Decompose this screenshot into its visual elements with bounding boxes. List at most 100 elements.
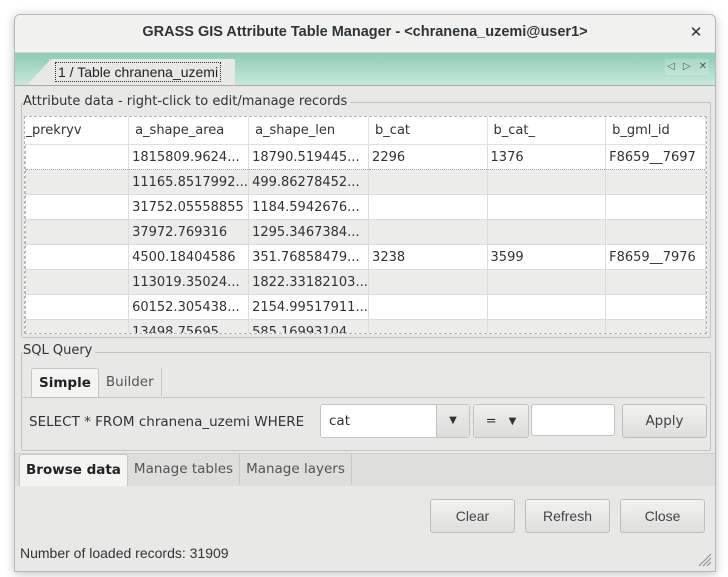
table-cell[interactable] <box>487 194 607 220</box>
table-row[interactable]: 37972.769316 1295.3467384... <box>25 219 706 245</box>
table-cell[interactable] <box>368 319 488 333</box>
table-cell[interactable]: 1376 <box>487 144 607 170</box>
table-cell[interactable] <box>25 319 130 333</box>
chevron-down-icon: ▼ <box>508 415 517 427</box>
next-tab-icon[interactable]: ▷ <box>683 59 691 75</box>
column-header[interactable]: _prekryv <box>25 117 130 145</box>
close-button[interactable]: Close <box>620 499 705 533</box>
table-cell[interactable]: 585.16993104... <box>248 319 370 333</box>
table-cell[interactable]: F8659__7697 <box>605 144 706 170</box>
table-cell[interactable]: 37972.769316 <box>128 219 250 245</box>
table-row[interactable]: 113019.35024... 1822.33182103... <box>25 269 706 295</box>
tab-slant-decoration <box>27 59 51 85</box>
table-cell[interactable] <box>487 269 607 295</box>
tab-manage-layers[interactable]: Manage layers <box>240 454 352 485</box>
table-cell[interactable] <box>368 194 488 220</box>
table-row[interactable]: 11165.8517992... 499.86278452... <box>25 169 706 195</box>
operator-select[interactable]: = ▼ <box>473 404 529 438</box>
table-cell[interactable]: 13498.75695 <box>128 319 250 333</box>
table-cell[interactable] <box>368 269 488 295</box>
window-title: GRASS GIS Attribute Table Manager - <chr… <box>142 24 588 40</box>
table-cell[interactable] <box>605 194 706 220</box>
table-cell[interactable] <box>605 319 706 333</box>
tab-simple[interactable]: Simple <box>31 368 99 397</box>
column-header[interactable]: a_shape_len <box>248 117 370 145</box>
table-cell[interactable] <box>25 194 130 220</box>
status-bar-text: Number of loaded records: 31909 <box>20 545 229 561</box>
table-cell[interactable]: 1184.5942676... <box>248 194 370 220</box>
table-cell[interactable] <box>368 294 488 320</box>
table-notebook-strip: 1 / Table chranena_uzemi ◁ ▷ ✕ <box>15 53 715 86</box>
table-cell[interactable]: 1815809.9624... <box>128 144 250 170</box>
table-cell[interactable]: 3599 <box>487 244 607 270</box>
table-cell[interactable]: 31752.05558855 <box>128 194 250 220</box>
table-cell[interactable] <box>605 169 706 195</box>
clear-button[interactable]: Clear <box>430 499 515 533</box>
sql-mode-tabs: Simple Builder <box>31 368 162 398</box>
close-icon[interactable]: ✕ <box>687 23 705 41</box>
column-header[interactable]: a_shape_area <box>128 117 250 145</box>
table-row[interactable]: 1815809.9624... 18790.519445... 2296 1376 F8… <box>25 144 706 170</box>
table-cell[interactable] <box>487 319 607 333</box>
prev-tab-icon[interactable]: ◁ <box>667 59 675 75</box>
table-cell[interactable]: 351.76858479... <box>248 244 370 270</box>
column-header[interactable]: b_gml_id <box>605 117 706 145</box>
attribute-table-manager-window: GRASS GIS Attribute Table Manager - <chr… <box>14 14 716 572</box>
table-cell[interactable] <box>605 269 706 295</box>
column-select[interactable]: cat ▼ <box>320 404 470 438</box>
table-cell[interactable] <box>25 219 130 245</box>
where-value-input[interactable] <box>531 404 615 436</box>
sql-prefix-label: SELECT * FROM chranena_uzemi WHERE <box>29 414 305 430</box>
title-bar: GRASS GIS Attribute Table Manager - <chr… <box>15 15 715 53</box>
attribute-data-label: Attribute data - right-click to edit/man… <box>23 94 351 109</box>
table-cell[interactable] <box>605 219 706 245</box>
tab-browse-data[interactable]: Browse data <box>19 454 128 486</box>
table-cell[interactable]: 499.86278452... <box>248 169 370 195</box>
table-cell[interactable] <box>487 169 607 195</box>
attribute-table[interactable]: _prekryv a_shape_area a_shape_len b_cat b_ca… <box>24 116 707 334</box>
table-cell[interactable] <box>368 169 488 195</box>
column-header[interactable]: b_cat <box>368 117 488 145</box>
notebook-controls: ◁ ▷ ✕ <box>665 59 709 75</box>
table-cell[interactable] <box>368 219 488 245</box>
table-cell[interactable] <box>605 294 706 320</box>
chevron-down-icon[interactable]: ▼ <box>436 405 469 437</box>
sql-query-label: SQL Query <box>23 343 96 358</box>
table-row[interactable]: 4500.18404586 351.76858479... 3238 3599 F865… <box>25 244 706 270</box>
table-cell[interactable]: 1822.33182103... <box>248 269 370 295</box>
operator-value: = <box>485 413 497 429</box>
table-cell[interactable]: 1295.3467384... <box>248 219 370 245</box>
table-cell[interactable]: 4500.18404586 <box>128 244 250 270</box>
table-cell[interactable]: 60152.305438... <box>128 294 250 320</box>
tab-table[interactable]: 1 / Table chranena_uzemi <box>51 59 235 85</box>
table-row[interactable]: 60152.305438... 2154.99517911... <box>25 294 706 320</box>
main-tabs: Browse data Manage tables Manage layers <box>15 453 715 486</box>
table-cell[interactable]: 113019.35024... <box>128 269 250 295</box>
table-row[interactable]: 13498.75695 585.16993104... <box>25 319 706 333</box>
resize-grip-icon[interactable] <box>696 551 712 567</box>
close-tab-icon[interactable]: ✕ <box>699 59 707 75</box>
table-cell[interactable]: 11165.8517992... <box>128 169 250 195</box>
tab-builder[interactable]: Builder <box>99 368 162 396</box>
table-cell[interactable]: 2296 <box>368 144 488 170</box>
table-cell[interactable]: 18790.519445... <box>248 144 370 170</box>
table-cell[interactable] <box>25 294 130 320</box>
table-cell[interactable] <box>487 219 607 245</box>
table-cell[interactable]: 3238 <box>368 244 488 270</box>
column-header[interactable]: b_cat_ <box>487 117 607 145</box>
table-cell[interactable] <box>25 244 130 270</box>
refresh-button[interactable]: Refresh <box>525 499 610 533</box>
apply-button[interactable]: Apply <box>622 404 707 438</box>
tab-table-label: 1 / Table chranena_uzemi <box>55 62 222 82</box>
table-header-row: _prekryv a_shape_area a_shape_len b_cat b_ca… <box>25 117 706 145</box>
table-cell[interactable]: F8659__7976 <box>605 244 706 270</box>
table-cell[interactable] <box>25 169 130 195</box>
sql-simple-panel: SELECT * FROM chranena_uzemi WHERE cat ▼… <box>23 397 707 448</box>
table-cell[interactable] <box>25 269 130 295</box>
table-row[interactable]: 31752.05558855 1184.5942676... <box>25 194 706 220</box>
column-select-value: cat <box>329 413 350 429</box>
table-cell[interactable] <box>487 294 607 320</box>
table-cell[interactable] <box>25 144 130 170</box>
tab-manage-tables[interactable]: Manage tables <box>128 454 241 485</box>
table-cell[interactable]: 2154.99517911... <box>248 294 370 320</box>
